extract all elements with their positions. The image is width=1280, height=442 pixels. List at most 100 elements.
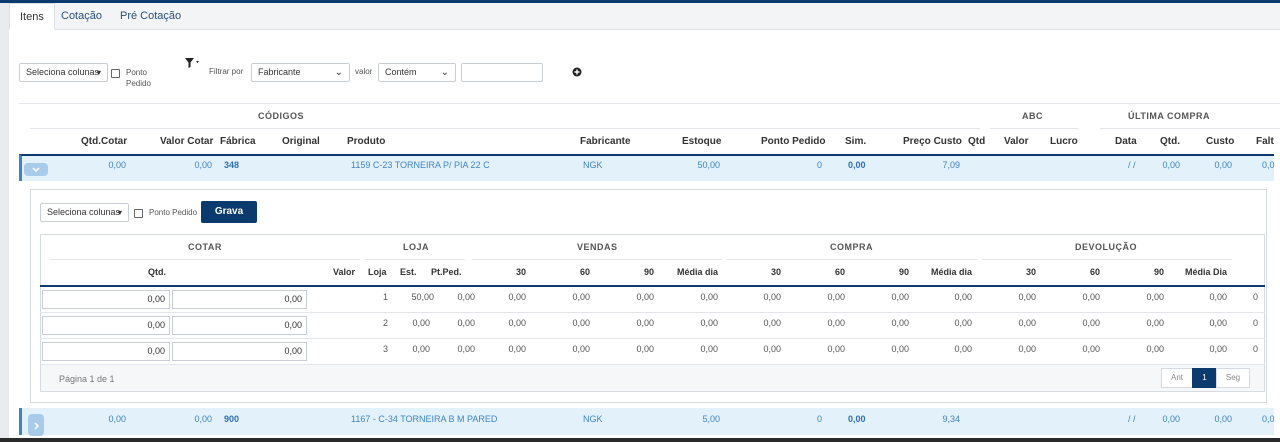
pagination-prev[interactable]: Ant [1161, 368, 1193, 388]
col-est[interactable]: Est. [400, 267, 417, 277]
cell-compra-90: 0,00 [891, 292, 909, 302]
ponto-pedido-label: Ponto Pedido [126, 68, 151, 88]
col-custo[interactable]: Custo [1206, 136, 1234, 147]
col-compra-60[interactable]: 60 [815, 267, 845, 277]
col-abc-valor[interactable]: Valor [1004, 136, 1028, 147]
cell-ponto-pedido: 0 [816, 414, 822, 424]
table-top-border [19, 103, 1280, 104]
cell-valor-cotar: 0,00 [194, 414, 212, 424]
col-abc-lucro[interactable]: Lucro [1050, 136, 1078, 147]
col-data[interactable]: Data [1115, 136, 1137, 147]
valor-input[interactable]: 0,00 [172, 316, 307, 335]
chevron-down-icon [32, 167, 40, 173]
cell-devolucao-60: 0,00 [1082, 318, 1100, 328]
chevron-right-icon [34, 422, 40, 430]
qtd-input[interactable]: 0,00 [42, 316, 170, 335]
col-devolucao-30[interactable]: 30 [1006, 267, 1036, 277]
group-divider [30, 128, 980, 129]
group-compra: COMPRA [830, 242, 873, 252]
col-qtd[interactable]: Qtd. [148, 267, 166, 277]
row-toggle-button[interactable] [24, 163, 48, 176]
col-loja[interactable]: Loja [368, 267, 387, 277]
cell-produto: 1167 - C-34 TORNEIRA B M PARED [351, 414, 498, 424]
cell-sim[interactable]: 0,00 [848, 414, 866, 424]
cell-est: 50,00 [411, 292, 434, 302]
chevron-down-icon: ⌄ [440, 67, 449, 78]
valor-input[interactable]: 0,00 [172, 290, 307, 309]
header-divider [40, 285, 1265, 287]
filter-icon[interactable] [184, 57, 200, 69]
caret-down-icon: ▾ [96, 68, 101, 77]
col-devolucao-90[interactable]: 90 [1134, 267, 1164, 277]
cell-devolucao-90: 0,00 [1146, 344, 1164, 354]
col-compra-90[interactable]: 90 [879, 267, 909, 277]
col-preco-custo[interactable]: Preço Custo [903, 136, 962, 147]
cell-devolucao-60: 0,00 [1082, 344, 1100, 354]
select-columns-dropdown[interactable]: Seleciona colunas ▾ [19, 63, 108, 82]
col-ponto-pedido[interactable]: Ponto Pedido [761, 136, 825, 147]
detail-ponto-pedido-checkbox[interactable] [134, 209, 143, 218]
valor-input[interactable]: 0,00 [172, 342, 307, 361]
cell-ultima-qtd: 0,00 [1162, 160, 1180, 170]
col-devolucao-60[interactable]: 60 [1070, 267, 1100, 277]
cell-fabricante: NGK [583, 160, 603, 170]
cell-compra-media: 0,00 [954, 318, 972, 328]
col-valor[interactable]: Valor [333, 267, 355, 277]
pagination-page-1[interactable]: 1 [1192, 368, 1217, 388]
col-vendas-60[interactable]: 60 [560, 267, 590, 277]
pagination-next[interactable]: Seg [1216, 368, 1250, 388]
cell-fabricante: NGK [583, 414, 603, 424]
group-divider [990, 128, 1078, 129]
col-qtd-cotar[interactable]: Qtd.Cotar [81, 136, 127, 147]
col-compra-media[interactable]: Média dia [912, 267, 972, 277]
cell-compra-90: 0,00 [891, 318, 909, 328]
cell-preco-custo: 9,34 [942, 414, 960, 424]
col-falt[interactable]: Falt [1256, 136, 1274, 147]
cell-valor-cotar: 0,00 [194, 160, 212, 170]
cell-devolucao-60: 0,00 [1082, 292, 1100, 302]
col-original[interactable]: Original [282, 136, 320, 147]
col-compra-30[interactable]: 30 [751, 267, 781, 277]
cell-ponto-pedido: 0 [816, 160, 822, 170]
group-divider [472, 259, 722, 260]
col-produto[interactable]: Produto [347, 136, 385, 147]
tab-pre-cotacao[interactable]: Pré Cotação [110, 3, 191, 30]
tab-itens[interactable]: Itens [9, 3, 55, 30]
col-fabrica[interactable]: Fábrica [220, 136, 256, 147]
detail-select-columns-dropdown[interactable]: Seleciona colunas ▾ [40, 203, 129, 222]
group-divider [727, 259, 977, 260]
cell-fabrica[interactable]: 900 [224, 414, 239, 424]
grava-button[interactable]: Grava [201, 201, 257, 223]
col-pt-ped[interactable]: Pt.Ped. [431, 267, 462, 277]
cell-sim[interactable]: 0,00 [848, 160, 866, 170]
col-sim[interactable]: Sim. [845, 136, 866, 147]
col-fabricante[interactable]: Fabricante [580, 136, 631, 147]
cell-devolucao-media: 0,00 [1209, 318, 1227, 328]
tab-cotacao[interactable]: Cotação [51, 3, 112, 30]
cell-data: / / [1128, 414, 1136, 424]
col-vendas-30[interactable]: 30 [496, 267, 526, 277]
col-ultima-qtd[interactable]: Qtd. [1160, 136, 1180, 147]
cell-est: 0,00 [412, 318, 430, 328]
cell-vendas-30: 0,00 [508, 318, 526, 328]
detail-footer [41, 365, 1264, 391]
qtd-input[interactable]: 0,00 [42, 290, 170, 309]
col-devolucao-media[interactable]: Média Dia [1167, 267, 1227, 277]
row-divider [40, 312, 1265, 313]
col-valor-cotar[interactable]: Valor Cotar [160, 136, 213, 147]
col-vendas-90[interactable]: 90 [624, 267, 654, 277]
cell-fabrica[interactable]: 348 [224, 160, 239, 170]
cell-compra-60: 0,00 [827, 318, 845, 328]
group-divider [50, 259, 360, 260]
cell-vendas-60: 0,00 [572, 292, 590, 302]
col-abc-qtd[interactable]: Qtd [968, 136, 985, 147]
col-estoque[interactable]: Estoque [682, 136, 721, 147]
col-vendas-media[interactable]: Média dia [658, 267, 718, 277]
filter-field-select[interactable]: Fabricante ⌄ [251, 63, 350, 82]
qtd-input[interactable]: 0,00 [42, 342, 170, 361]
add-circle-icon[interactable] [572, 67, 582, 77]
ponto-pedido-checkbox[interactable] [111, 69, 120, 78]
row-toggle-button[interactable] [28, 414, 44, 436]
filter-value-input[interactable] [461, 63, 543, 82]
operator-select[interactable]: Contém ⌄ [378, 63, 456, 82]
